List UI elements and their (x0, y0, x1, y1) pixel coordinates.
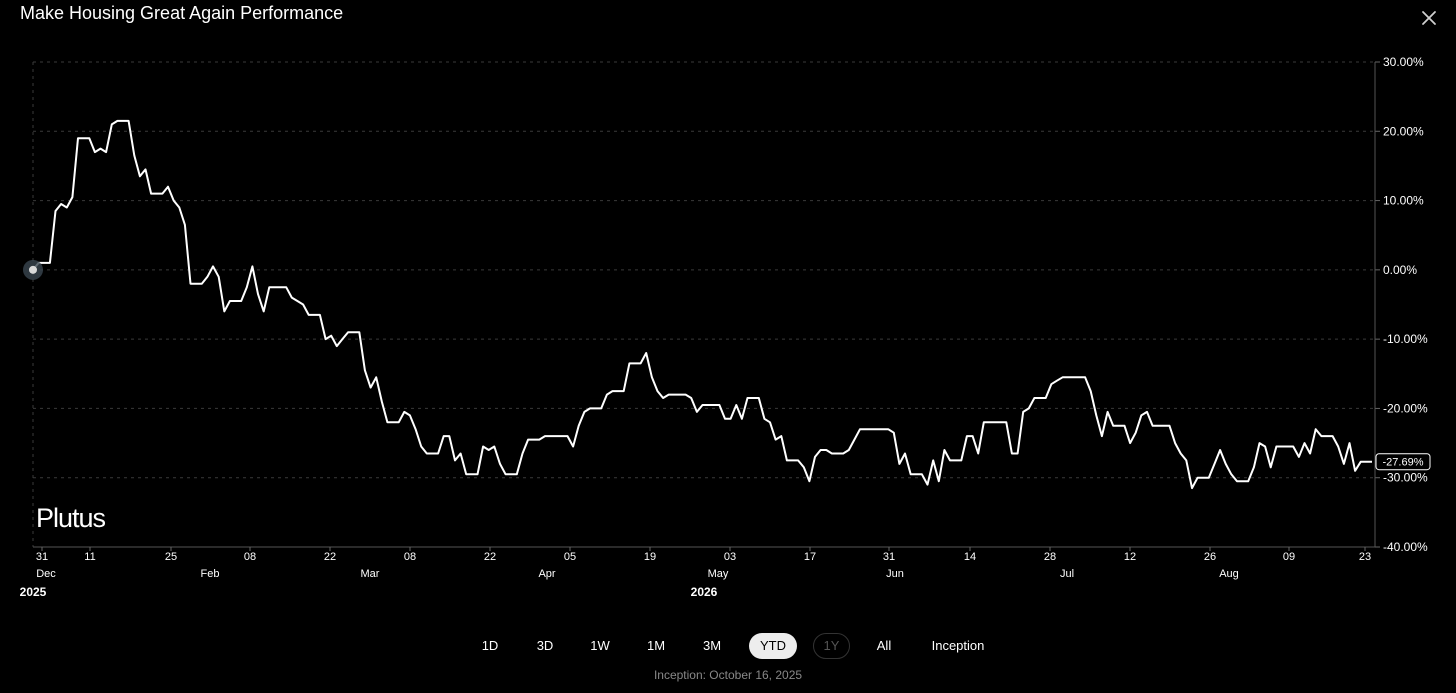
x-tick-day: 26 (1204, 551, 1216, 563)
x-tick-day: 08 (404, 551, 416, 563)
y-tick-label: -30.00% (1383, 471, 1428, 485)
performance-chart: 30.00% 20.00% 10.00% 0.00% -10.00% -20.00% -30… (20, 55, 1431, 599)
range-selector: 1D 3D 1W 1M 3M YTD 1Y All Inception (0, 633, 1456, 659)
range-button-1y[interactable]: 1Y (813, 633, 850, 659)
x-tick-day: 05 (564, 551, 576, 563)
y-tick-label: 30.00% (1383, 55, 1424, 69)
x-tick-day: 08 (244, 551, 256, 563)
range-button-3m[interactable]: 3M (696, 633, 728, 659)
x-tick-day: 11 (84, 551, 95, 563)
x-tick-month: May (708, 568, 729, 580)
x-tick-day: 19 (644, 551, 656, 563)
x-tick-month: Dec (36, 568, 56, 580)
range-button-ytd[interactable]: YTD (749, 633, 797, 659)
x-tick-day: 28 (1044, 551, 1056, 563)
range-button-1d[interactable]: 1D (474, 633, 506, 659)
x-tick-day: 03 (724, 551, 736, 563)
last-value-label: -27.69% (1383, 457, 1424, 469)
x-tick-day: 12 (1124, 551, 1136, 563)
y-tick-label: -40.00% (1383, 540, 1428, 554)
range-button-1m[interactable]: 1M (640, 633, 672, 659)
x-tick-day: 25 (165, 551, 177, 563)
x-tick-day: 14 (964, 551, 976, 563)
range-button-inception[interactable]: Inception (926, 633, 990, 659)
x-tick-month: Mar (361, 568, 380, 580)
x-tick-day: 23 (1359, 551, 1371, 563)
y-tick-label: -10.00% (1383, 332, 1428, 346)
start-marker (29, 265, 37, 274)
range-button-3d[interactable]: 3D (529, 633, 561, 659)
x-tick-year: 2025 (20, 585, 47, 599)
x-tick-day: 22 (484, 551, 496, 563)
brand-watermark: Plutus (36, 503, 106, 533)
x-tick-day: 31 (883, 551, 895, 563)
y-tick-label: 10.00% (1383, 194, 1424, 208)
y-tick-label: -20.00% (1383, 401, 1428, 415)
x-tick-month: Aug (1219, 568, 1239, 580)
range-button-all[interactable]: All (868, 633, 900, 659)
x-tick-month: Feb (201, 568, 220, 580)
x-tick-day: 22 (324, 551, 336, 563)
x-tick-month: Jun (886, 568, 904, 580)
x-tick-year: 2026 (691, 585, 718, 599)
x-tick-day: 09 (1283, 551, 1295, 563)
inception-date: Inception: October 16, 2025 (653, 668, 803, 682)
x-tick-day: 17 (804, 551, 816, 563)
x-tick-month: Apr (538, 568, 555, 580)
range-button-1w[interactable]: 1W (584, 633, 616, 659)
series-line (32, 119, 1373, 490)
x-tick-month: Jul (1060, 568, 1074, 580)
y-tick-label: 20.00% (1383, 124, 1424, 138)
y-tick-label: 0.00% (1383, 263, 1417, 277)
x-tick-day: 31 (36, 551, 48, 563)
